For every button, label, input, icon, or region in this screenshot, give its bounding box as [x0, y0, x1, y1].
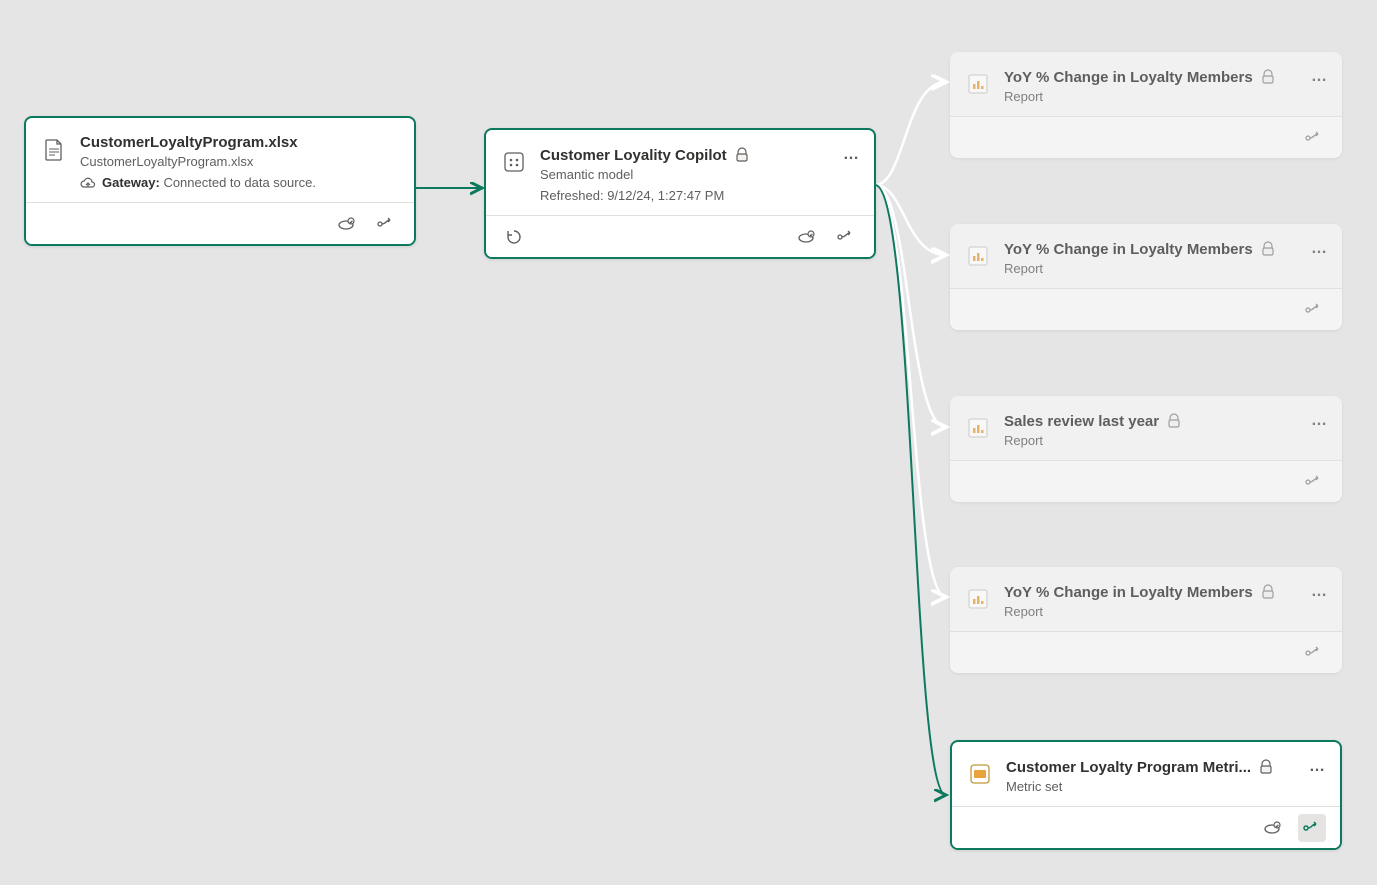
- more-options-button[interactable]: …: [839, 144, 864, 166]
- sensitivity-lock-icon: [1257, 758, 1275, 776]
- node-source-file[interactable]: CustomerLoyaltyProgram.xlsx CustomerLoya…: [24, 116, 416, 246]
- node-title: Customer Loyalty Program Metri...: [1006, 759, 1251, 776]
- more-options-button[interactable]: …: [1307, 238, 1332, 260]
- lineage-expand-button[interactable]: [1300, 468, 1328, 496]
- node-title: YoY % Change in Loyalty Members: [1004, 241, 1253, 258]
- lineage-expand-button[interactable]: [832, 223, 860, 251]
- node-title: YoY % Change in Loyalty Members: [1004, 584, 1253, 601]
- node-subtitle: Metric set: [1006, 779, 1326, 794]
- sensitivity-lock-icon: [1259, 68, 1277, 86]
- node-subtitle: Report: [1004, 261, 1328, 276]
- file-icon: [40, 136, 68, 164]
- sensitivity-lock-icon: [1259, 583, 1277, 601]
- report-icon: [964, 242, 992, 270]
- report-icon: [964, 414, 992, 442]
- refreshed-timestamp: Refreshed: 9/12/24, 1:27:47 PM: [540, 188, 860, 203]
- node-subtitle: CustomerLoyaltyProgram.xlsx: [80, 154, 400, 169]
- more-options-button[interactable]: …: [1307, 410, 1332, 432]
- gateway-status: Gateway: Connected to data source.: [80, 175, 400, 190]
- node-metric-set[interactable]: Customer Loyalty Program Metri... Metric…: [950, 740, 1342, 850]
- metric-set-icon: [966, 760, 994, 788]
- node-title: Customer Loyality Copilot: [540, 147, 727, 164]
- lineage-expand-button[interactable]: [1298, 814, 1326, 842]
- semantic-model-icon: [500, 148, 528, 176]
- impact-analysis-button[interactable]: [792, 223, 820, 251]
- report-icon: [964, 585, 992, 613]
- lineage-canvas[interactable]: CustomerLoyaltyProgram.xlsx CustomerLoya…: [0, 0, 1377, 885]
- lineage-expand-button[interactable]: [1300, 639, 1328, 667]
- node-subtitle: Report: [1004, 604, 1328, 619]
- node-title: Sales review last year: [1004, 413, 1159, 430]
- cloud-icon: [80, 176, 96, 190]
- node-title: YoY % Change in Loyalty Members: [1004, 69, 1253, 86]
- more-options-button[interactable]: …: [1307, 66, 1332, 88]
- refresh-button[interactable]: [500, 223, 528, 251]
- node-subtitle: Semantic model: [540, 167, 860, 182]
- node-subtitle: Report: [1004, 89, 1328, 104]
- lineage-expand-button[interactable]: [1300, 296, 1328, 324]
- sensitivity-lock-icon: [733, 146, 751, 164]
- sensitivity-lock-icon: [1165, 412, 1183, 430]
- more-options-button[interactable]: …: [1307, 581, 1332, 603]
- report-icon: [964, 70, 992, 98]
- lineage-expand-button[interactable]: [1300, 124, 1328, 152]
- sensitivity-lock-icon: [1259, 240, 1277, 258]
- node-report[interactable]: YoY % Change in Loyalty Members Report …: [950, 52, 1342, 158]
- node-report[interactable]: YoY % Change in Loyalty Members Report …: [950, 567, 1342, 673]
- node-semantic-model[interactable]: Customer Loyality Copilot Semantic model…: [484, 128, 876, 259]
- node-subtitle: Report: [1004, 433, 1328, 448]
- more-options-button[interactable]: …: [1305, 756, 1330, 778]
- impact-analysis-button[interactable]: [1258, 814, 1286, 842]
- node-report[interactable]: Sales review last year Report …: [950, 396, 1342, 502]
- impact-analysis-button[interactable]: [332, 210, 360, 238]
- node-report[interactable]: YoY % Change in Loyalty Members Report …: [950, 224, 1342, 330]
- lineage-expand-button[interactable]: [372, 210, 400, 238]
- node-title: CustomerLoyaltyProgram.xlsx: [80, 134, 298, 151]
